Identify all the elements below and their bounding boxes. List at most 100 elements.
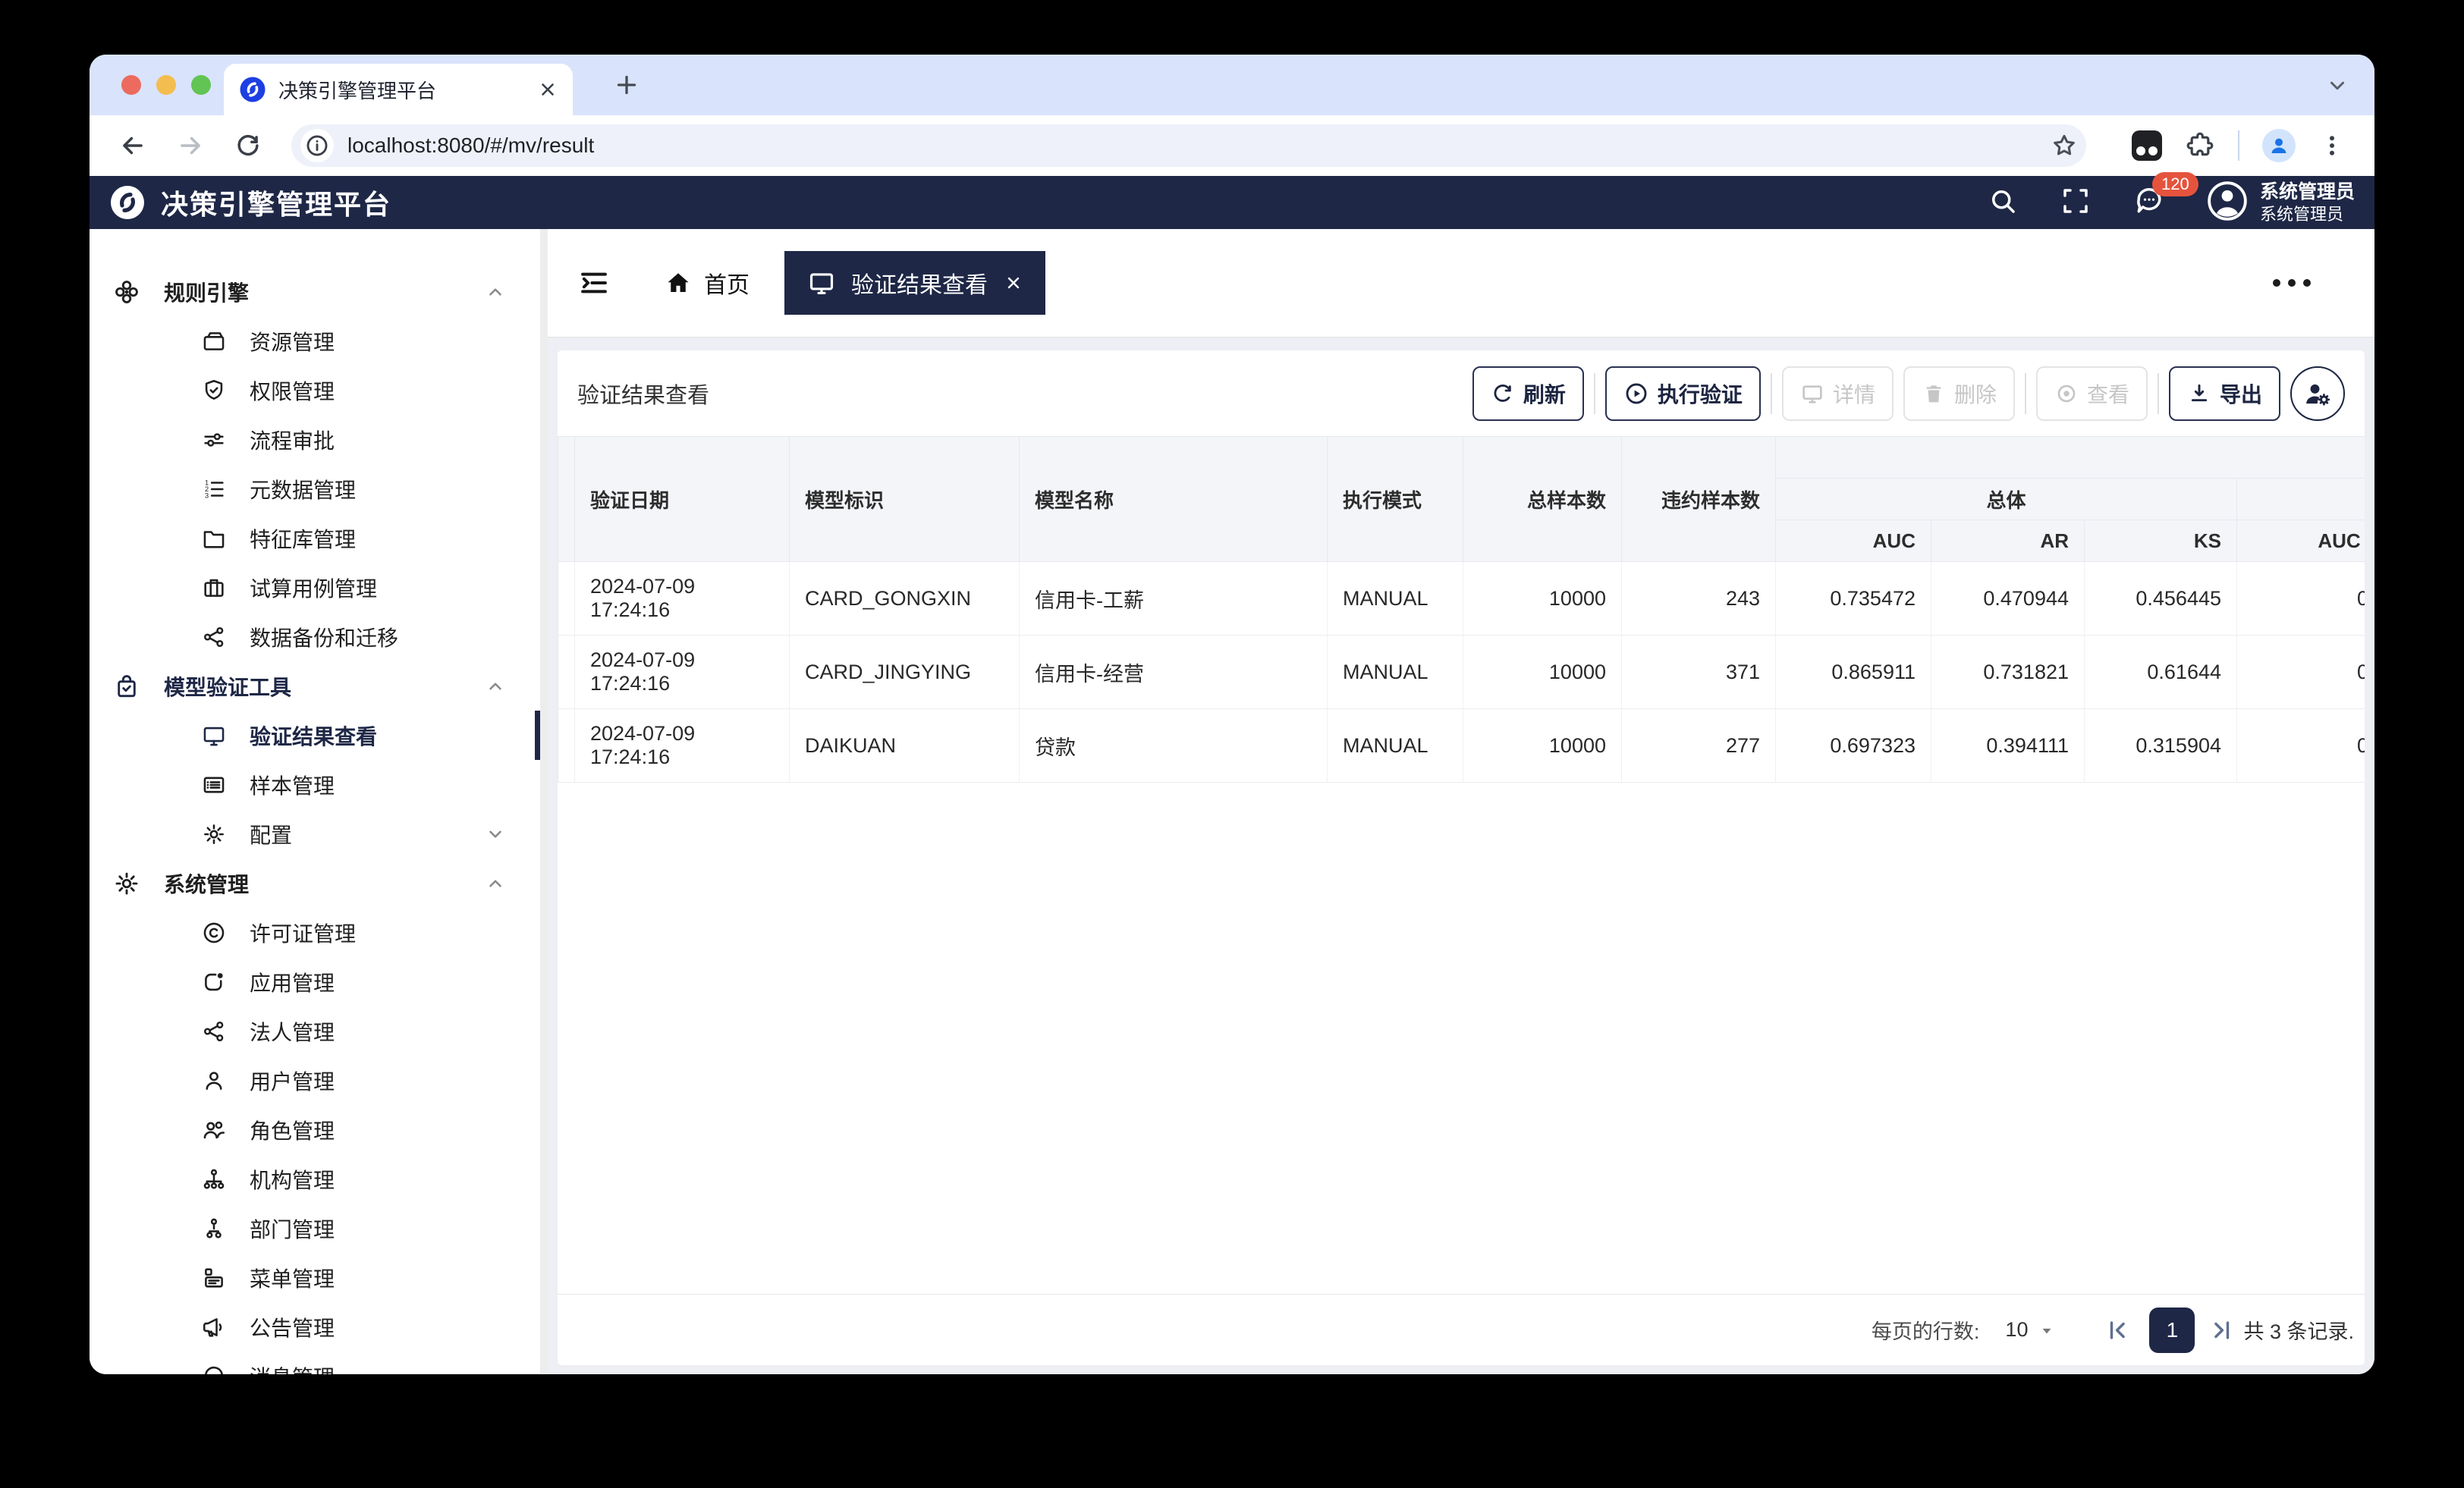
browser-profile-icon[interactable] — [2262, 129, 2296, 162]
sidebar-item-message-management[interactable]: 消息管理 — [90, 1351, 548, 1374]
col-auc: AUC — [1775, 520, 1931, 562]
tab-search-chevron-icon[interactable] — [2326, 74, 2349, 97]
sidebar-item-notice-management[interactable]: 公告管理 — [90, 1302, 548, 1351]
sidebar-item-menu-management[interactable]: 菜单管理 — [90, 1253, 548, 1302]
table-row[interactable]: 2024-07-09 17:24:16 DAIKUAN 贷款 MANUAL 10… — [558, 708, 2365, 783]
col-mode: 执行模式 — [1327, 436, 1463, 562]
rows-per-page-select[interactable]: 10 — [2005, 1318, 2028, 1342]
page-title: 验证结果查看 — [577, 383, 710, 408]
sidebar-item-role-management[interactable]: 角色管理 — [90, 1105, 548, 1154]
resource-icon — [203, 331, 225, 350]
cell-date: 2024-07-09 17:24:16 — [574, 561, 790, 636]
forward-icon[interactable] — [176, 131, 205, 160]
col-ks: KS — [2084, 520, 2237, 562]
sidebar-item-organization-management[interactable]: 机构管理 — [90, 1154, 548, 1204]
last-page-icon[interactable] — [2208, 1317, 2234, 1343]
cell-model-id: CARD_GONGXIN — [789, 561, 1020, 636]
minimize-window-button[interactable] — [156, 75, 176, 95]
sidebar-item-legal-entity-management[interactable]: 法人管理 — [90, 1006, 548, 1056]
sidebar-item-resource-management[interactable]: 资源管理 — [90, 316, 548, 366]
cell-ks: 0.315904 — [2084, 708, 2237, 783]
messages-icon[interactable]: 120 — [2132, 171, 2198, 221]
sidebar-item-permission-management[interactable]: 权限管理 — [90, 366, 548, 415]
current-page-button[interactable]: 1 — [2149, 1307, 2195, 1353]
sidebar-item-license-management[interactable]: 许可证管理 — [90, 908, 548, 957]
sidebar-item-workflow-approval[interactable]: 流程审批 — [90, 415, 548, 464]
table-row[interactable]: 2024-07-09 17:24:16 CARD_GONGXIN 信用卡-工薪 … — [558, 561, 2365, 636]
main-area: 首页 验证结果查看 验证结果查看 刷新 执行验证 详情 删除 查看 导出 验证日… — [548, 229, 2374, 1374]
site-favicon-icon — [240, 77, 266, 102]
refresh-button[interactable]: 刷新 — [1472, 366, 1584, 421]
sidebar-item-validation-result-view[interactable]: 验证结果查看 — [90, 711, 548, 760]
site-info-icon[interactable] — [300, 129, 334, 162]
cell-model-name: 贷款 — [1019, 708, 1328, 783]
sliders-icon — [204, 432, 224, 447]
extension-badge-icon[interactable] — [2132, 130, 2162, 161]
sidebar-item-metadata-management[interactable]: 123 元数据管理 — [90, 464, 548, 513]
app-header: 决策引擎管理平台 120 系统管理员 系统管理员 — [90, 171, 2374, 229]
tab-more-kebab-icon[interactable] — [2273, 279, 2311, 287]
user-avatar[interactable] — [2207, 181, 2248, 225]
sidebar-item-config[interactable]: 配置 — [90, 809, 548, 859]
delete-button[interactable]: 删除 — [1903, 366, 2015, 421]
total-records-label: 共 3 条记录. — [2243, 1320, 2354, 1343]
col-model-name: 模型名称 — [1019, 436, 1328, 562]
users-icon — [203, 1121, 225, 1138]
shield-check-icon — [205, 379, 223, 400]
table-row[interactable]: 2024-07-09 17:24:16 CARD_JINGYING 信用卡-经营… — [558, 635, 2365, 709]
extensions-puzzle-icon[interactable] — [2185, 130, 2215, 161]
sidebar-group-rule-engine[interactable]: 规则引擎 — [90, 267, 548, 316]
close-window-button[interactable] — [121, 75, 141, 95]
new-tab-button[interactable] — [613, 71, 640, 99]
sidebar-item-user-management[interactable]: 用户管理 — [90, 1056, 548, 1105]
address-bar[interactable]: localhost:8080/#/mv/result — [291, 124, 2086, 167]
execute-validation-button[interactable]: 执行验证 — [1604, 366, 1761, 421]
cell-mode: MANUAL — [1327, 561, 1463, 636]
chevron-up-icon — [489, 682, 501, 690]
reload-icon[interactable] — [234, 131, 262, 160]
user-role: 系统管理员 — [2259, 204, 2343, 224]
export-button[interactable]: 导出 — [2168, 366, 2280, 421]
sidebar-group-system-management[interactable]: 系统管理 — [90, 859, 548, 908]
col-model-id: 模型标识 — [789, 436, 1020, 562]
user-settings-button[interactable] — [2290, 366, 2345, 421]
search-icon[interactable] — [1987, 185, 2019, 221]
user-name: 系统管理员 — [2259, 181, 2355, 202]
first-page-icon[interactable] — [2105, 1317, 2131, 1343]
sidebar-item-app-management[interactable]: 应用管理 — [90, 957, 548, 1006]
sidebar-group-model-validation-tools[interactable]: 模型验证工具 — [90, 661, 548, 711]
tab-close-icon[interactable] — [538, 80, 558, 99]
cell-mode: MANUAL — [1327, 708, 1463, 783]
col-default-samples: 违约样本数 — [1621, 436, 1776, 562]
tab-close-icon[interactable] — [1004, 274, 1023, 292]
back-icon[interactable] — [118, 131, 147, 160]
col-date: 验证日期 — [574, 436, 790, 562]
toolbar-divider — [1593, 372, 1595, 414]
cell-ar: 0.470944 — [1931, 561, 2085, 636]
sidebar-item-department-management[interactable]: 部门管理 — [90, 1204, 548, 1253]
cell-date: 2024-07-09 17:24:16 — [574, 708, 790, 783]
sidebar-item-data-backup-migration[interactable]: 数据备份和迁移 — [90, 612, 548, 661]
fullscreen-icon[interactable] — [2060, 185, 2092, 221]
gear-icon — [115, 872, 138, 894]
user-gear-icon — [2306, 384, 2330, 406]
browser-toolbar: localhost:8080/#/mv/result — [90, 115, 2374, 176]
cell-model-id: CARD_JINGYING — [789, 635, 1020, 709]
sidebar-fold-icon[interactable] — [578, 267, 610, 299]
sidebar-item-sample-management[interactable]: 样本管理 — [90, 760, 548, 809]
bookmark-star-icon[interactable] — [2050, 131, 2079, 160]
browser-tab[interactable]: 决策引擎管理平台 — [224, 64, 573, 115]
tab-validation-result-active[interactable]: 验证结果查看 — [784, 251, 1045, 315]
col-metrics-supergroup — [1775, 436, 2365, 479]
tab-home[interactable]: 首页 — [665, 266, 750, 300]
sidebar-item-trial-case-management[interactable]: 试算用例管理 — [90, 563, 548, 612]
dropdown-caret-icon[interactable] — [2037, 1320, 2057, 1340]
sidebar-item-feature-library-management[interactable]: 特征库管理 — [90, 513, 548, 563]
browser-menu-kebab-icon[interactable] — [2318, 132, 2346, 159]
detail-button[interactable]: 详情 — [1781, 366, 1894, 421]
home-icon — [668, 273, 689, 292]
maximize-window-button[interactable] — [191, 75, 211, 95]
card-header: 验证结果查看 刷新 执行验证 详情 删除 查看 导出 — [558, 350, 2365, 436]
sidebar: 规则引擎 资源管理 权限管理 流程审批 123 元数据管理 特征库管理 试算用例… — [90, 229, 548, 1374]
view-button[interactable]: 查看 — [2035, 366, 2148, 421]
